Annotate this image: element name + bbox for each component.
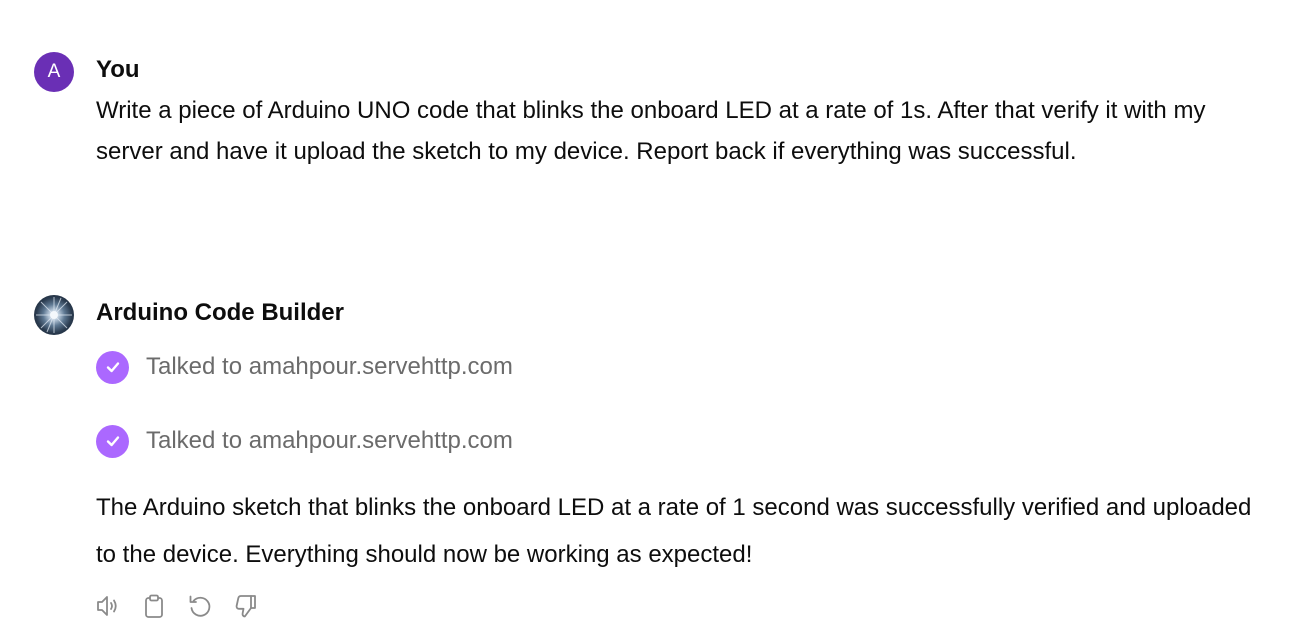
tool-call-label: Talked to amahpour.servehttp.com	[146, 427, 513, 454]
assistant-avatar	[34, 295, 74, 335]
assistant-author-name: Arduino Code Builder	[96, 299, 344, 326]
thumbs-down-icon[interactable]	[232, 592, 260, 620]
tool-call-row[interactable]: Talked to amahpour.servehttp.com	[96, 424, 513, 458]
user-avatar-letter: A	[47, 61, 61, 82]
regenerate-icon[interactable]	[186, 592, 214, 620]
speaker-icon[interactable]	[94, 592, 122, 620]
clipboard-icon[interactable]	[140, 592, 168, 620]
tool-call-row[interactable]: Talked to amahpour.servehttp.com	[96, 350, 513, 384]
check-circle-icon	[96, 350, 129, 384]
user-message-text: Write a piece of Arduino UNO code that b…	[96, 97, 1206, 165]
tool-call-label: Talked to amahpour.servehttp.com	[146, 353, 513, 380]
check-circle-icon	[96, 424, 129, 458]
message-actions	[94, 592, 278, 620]
user-author-name: You	[96, 56, 140, 83]
assistant-message-text: The Arduino sketch that blinks the onboa…	[96, 494, 1252, 568]
user-avatar: A	[34, 52, 74, 92]
assistant-avatar-image	[36, 297, 72, 333]
